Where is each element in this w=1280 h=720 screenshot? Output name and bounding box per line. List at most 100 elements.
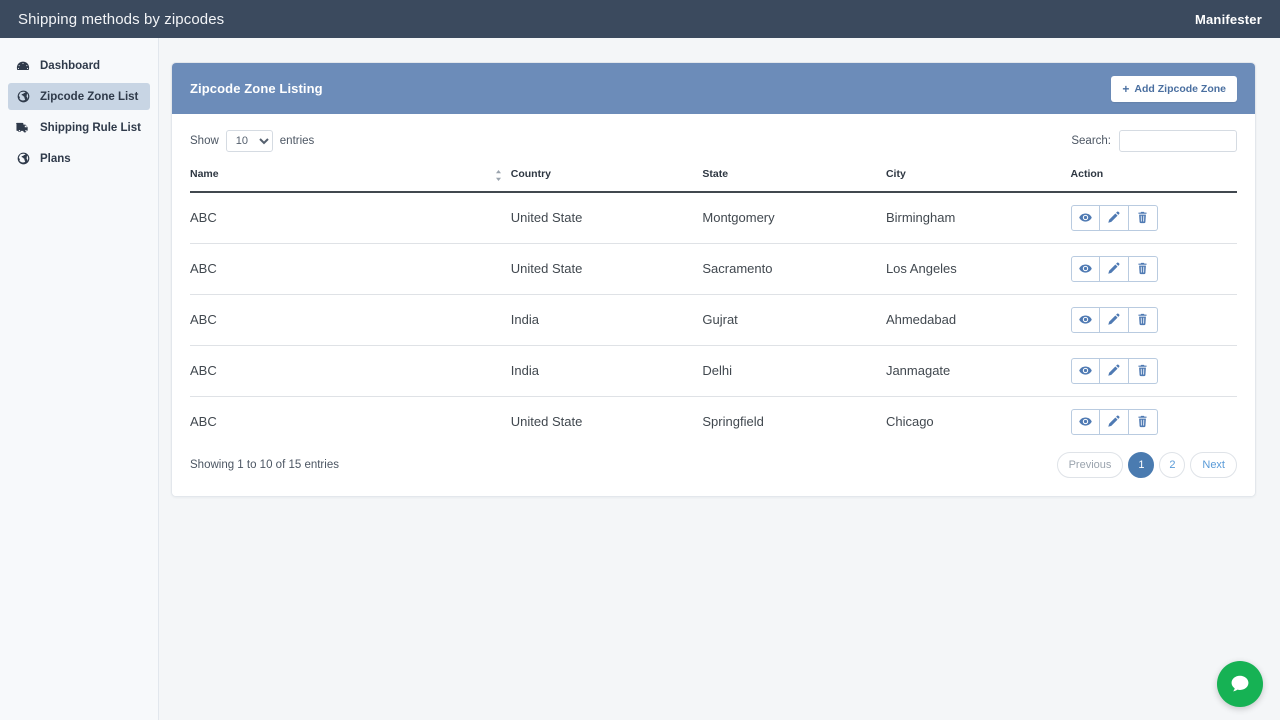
edit-button[interactable] <box>1099 306 1129 333</box>
eye-icon <box>1078 415 1092 428</box>
column-header-name[interactable]: Name <box>190 168 511 193</box>
sidebar-item-label: Shipping Rule List <box>40 121 141 134</box>
sidebar-item-shipping-rule-list[interactable]: Shipping Rule List <box>8 114 150 141</box>
column-label: City <box>885 168 906 180</box>
view-button[interactable] <box>1070 408 1100 435</box>
pagination-page-2[interactable]: 2 <box>1159 452 1186 478</box>
delete-button[interactable] <box>1128 306 1158 333</box>
cell-city: Janmagate <box>885 345 1071 397</box>
cell-action <box>1070 345 1237 397</box>
view-button[interactable] <box>1070 255 1100 282</box>
pagination-page-1[interactable]: 1 <box>1128 452 1155 478</box>
cell-country: United State <box>510 414 583 430</box>
cell-action <box>1070 243 1237 295</box>
pagination-previous[interactable]: Previous <box>1056 452 1124 478</box>
column-header-action: Action <box>1070 168 1237 193</box>
page-length-select[interactable]: 10 25 50 100 <box>225 130 273 152</box>
search-input[interactable] <box>1119 130 1237 152</box>
page-title: Shipping methods by zipcodes <box>18 10 225 28</box>
cell-city: Ahmedabad <box>885 294 1071 346</box>
column-label: State <box>702 168 729 180</box>
sidebar: Dashboard Zipcode Zone List Shipping Rul… <box>0 38 159 720</box>
pagination-next[interactable]: Next <box>1190 452 1237 478</box>
eye-icon <box>1078 262 1092 275</box>
zipcode-zone-card: Zipcode Zone Listing + Add Zipcode Zone … <box>171 62 1256 497</box>
view-button[interactable] <box>1070 204 1100 231</box>
trash-icon <box>1136 262 1149 275</box>
sidebar-item-label: Dashboard <box>40 59 101 72</box>
truck-icon <box>16 121 30 135</box>
view-button[interactable] <box>1070 357 1100 384</box>
chat-widget-button[interactable] <box>1217 661 1263 707</box>
delete-button[interactable] <box>1128 408 1158 435</box>
cell-country: United State <box>510 192 703 244</box>
chat-bubble-icon <box>1229 673 1251 695</box>
table-row: ABC India Delhi Janmagate <box>190 345 1237 397</box>
pencil-icon <box>1107 415 1120 428</box>
pagination: Previous 1 2 Next <box>1056 452 1237 478</box>
card-title: Zipcode Zone Listing <box>190 81 323 96</box>
pencil-icon <box>1107 262 1120 275</box>
trash-icon <box>1136 313 1149 326</box>
edit-button[interactable] <box>1099 255 1129 282</box>
pencil-icon <box>1107 211 1120 224</box>
sort-arrows-icon <box>494 170 503 181</box>
cell-name: ABC <box>190 345 511 397</box>
edit-button[interactable] <box>1099 357 1129 384</box>
table-head: Name Country State City Action <box>190 168 1237 193</box>
sidebar-item-label: Plans <box>40 152 71 165</box>
card-body: Show 10 25 50 100 entries Search: <box>172 114 1255 436</box>
delete-button[interactable] <box>1128 357 1158 384</box>
eye-icon <box>1078 313 1092 326</box>
entries-label: entries <box>279 135 315 147</box>
trash-icon <box>1136 211 1149 224</box>
cell-name: ABC <box>190 192 511 244</box>
cell-state: Sacramento <box>702 243 886 295</box>
search-control: Search: <box>1071 130 1237 152</box>
cell-name: ABC <box>190 294 511 346</box>
cell-country: India <box>510 294 703 346</box>
sidebar-item-plans[interactable]: Plans <box>8 145 150 172</box>
row-action-buttons <box>1070 204 1158 231</box>
cell-state: Gujrat <box>702 294 886 346</box>
trash-icon <box>1136 364 1149 377</box>
delete-button[interactable] <box>1128 204 1158 231</box>
table-row: ABC India Gujrat Ahmedabad <box>190 294 1237 346</box>
eye-icon <box>1078 364 1092 377</box>
table-scroll-area[interactable]: Name Country State City Action ABC Unite… <box>190 168 1237 436</box>
trash-icon <box>1136 415 1149 428</box>
column-label: Name <box>190 168 219 180</box>
column-header-country[interactable]: Country <box>510 168 703 193</box>
table-row: ABC United State Montgomery Birmingham <box>190 192 1237 244</box>
delete-button[interactable] <box>1128 255 1158 282</box>
eye-icon <box>1078 211 1092 224</box>
brand-label: Manifester <box>1194 11 1262 27</box>
cell-action <box>1070 294 1237 346</box>
pencil-icon <box>1107 313 1120 326</box>
edit-button[interactable] <box>1099 408 1129 435</box>
search-label: Search: <box>1071 135 1111 147</box>
column-header-city[interactable]: City <box>885 168 1071 193</box>
page-length-control: Show 10 25 50 100 entries <box>190 130 314 152</box>
column-header-state[interactable]: State <box>702 168 886 193</box>
column-label: Country <box>510 168 551 180</box>
cell-action <box>1070 192 1237 244</box>
cell-state: Springfield <box>702 414 764 430</box>
card-footer: Showing 1 to 10 of 15 entries Previous 1… <box>172 436 1255 496</box>
sidebar-item-dashboard[interactable]: Dashboard <box>8 52 150 79</box>
view-button[interactable] <box>1070 306 1100 333</box>
main-content: Zipcode Zone Listing + Add Zipcode Zone … <box>159 38 1280 720</box>
cell-city: Birmingham <box>885 192 1071 244</box>
table-header-row: Name Country State City Action <box>190 168 1237 193</box>
plus-icon: + <box>1122 81 1130 96</box>
edit-button[interactable] <box>1099 204 1129 231</box>
entries-info: Showing 1 to 10 of 15 entries <box>190 459 339 471</box>
globe-icon <box>16 90 30 104</box>
table-row: ABC United State Sacramento Los Angeles <box>190 243 1237 295</box>
cell-name: ABC <box>190 414 217 430</box>
sidebar-item-zipcode-zone-list[interactable]: Zipcode Zone List <box>8 83 150 110</box>
row-action-buttons <box>1070 306 1158 333</box>
pencil-icon <box>1107 364 1120 377</box>
cell-state: Montgomery <box>702 192 886 244</box>
add-zipcode-zone-button[interactable]: + Add Zipcode Zone <box>1111 75 1237 102</box>
